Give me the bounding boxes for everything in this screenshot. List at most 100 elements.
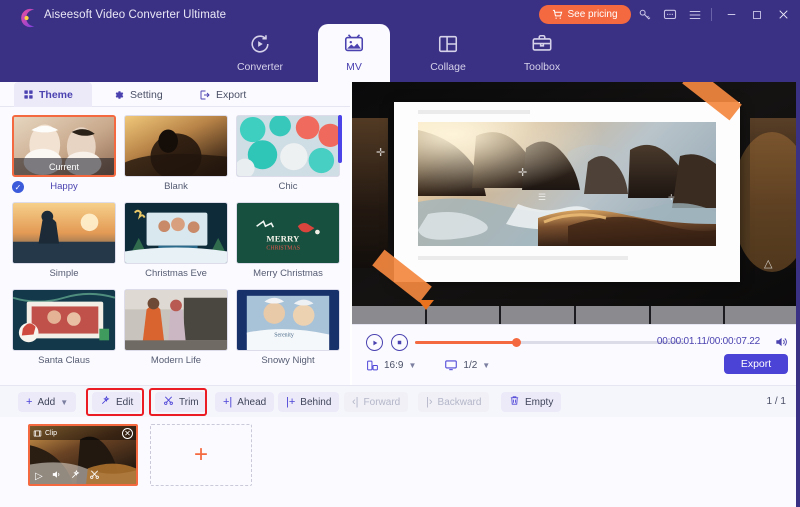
forward-button[interactable]: ‹| Forward <box>344 392 408 412</box>
tab-export[interactable]: Export <box>190 82 260 107</box>
seek-handle[interactable] <box>512 338 521 347</box>
backward-button[interactable]: |› Backward <box>418 392 489 412</box>
maximize-button[interactable] <box>748 6 766 23</box>
forward-button-label: Forward <box>364 397 401 408</box>
insert-behind-icon: |+ <box>286 396 295 408</box>
theme-panel: Theme Setting Export <box>0 82 350 385</box>
storyboard-clip[interactable]: Clip ✕ ▷ <box>28 424 138 486</box>
theme-item-simple[interactable]: Simple <box>12 202 116 279</box>
theme-thumbnail <box>124 202 228 264</box>
tab-export-label: Export <box>216 89 246 101</box>
theme-item-label: Christmas Eve <box>124 268 228 279</box>
close-button[interactable] <box>774 6 792 23</box>
key-icon[interactable] <box>636 6 654 23</box>
export-button-label: Export <box>741 358 771 370</box>
panel-tabs: Theme Setting Export <box>0 82 350 107</box>
theme-item-santa-claus[interactable]: Santa Claus <box>12 289 116 366</box>
crosshair-marker-center: ✛ <box>518 166 527 179</box>
svg-text:☰: ☰ <box>538 192 546 202</box>
preview-frame: ☰ ✛ <box>394 102 740 282</box>
feedback-icon[interactable] <box>661 6 679 23</box>
clip-volume-icon[interactable] <box>51 469 62 483</box>
theme-item-label: Blank <box>124 181 228 192</box>
clip-play-icon[interactable]: ▷ <box>35 471 43 482</box>
menu-icon[interactable] <box>686 6 704 23</box>
add-clip-slot[interactable]: + <box>150 424 252 486</box>
video-preview[interactable]: ☰ ✛ ✛ ✛ △ <box>352 82 800 306</box>
theme-item-label: Simple <box>12 268 116 279</box>
theme-item-christmas-eve[interactable]: Christmas Eve <box>124 202 228 279</box>
chevron-down-icon[interactable]: ▼ <box>482 361 490 370</box>
theme-item-merry-christmas[interactable]: MERRY CHRISTMAS Merry Christmas <box>236 202 340 279</box>
aspect-ratio-control[interactable]: 16:9 ▼ <box>366 359 416 372</box>
toolbar-divider <box>711 8 712 21</box>
theme-item-label: Snowy Night <box>236 355 340 366</box>
svg-text:Serenity: Serenity <box>274 332 294 338</box>
clip-scissors-icon[interactable] <box>89 469 100 483</box>
theme-thumbnail <box>124 289 228 351</box>
app-window: Aiseesoft Video Converter Ultimate See p… <box>0 0 800 507</box>
tab-theme[interactable]: Theme <box>14 82 92 107</box>
empty-button[interactable]: Empty <box>501 392 561 412</box>
theme-item-chic[interactable]: Chic <box>236 115 340 192</box>
svg-text:MERRY: MERRY <box>266 234 300 244</box>
clip-remove-button[interactable]: ✕ <box>122 428 133 439</box>
clip-toolbar: + Add ▼ Edit Trim +| Ahead <box>0 385 800 417</box>
add-button[interactable]: + Add ▼ <box>18 392 76 412</box>
aspect-ratio-value: 16:9 <box>384 360 403 371</box>
player-options-row: 16:9 ▼ 1/2 ▼ <box>366 358 490 372</box>
timeline-playhead[interactable] <box>418 300 434 310</box>
seek-progress <box>415 341 518 344</box>
empty-button-label: Empty <box>525 397 553 408</box>
filmstrip-cell <box>725 306 800 324</box>
nav-tab-converter[interactable]: Converter <box>224 24 296 82</box>
theme-thumbnail <box>12 202 116 264</box>
ahead-button[interactable]: +| Ahead <box>215 392 274 412</box>
speaker-icon[interactable] <box>774 335 788 352</box>
chevron-down-icon[interactable]: ▼ <box>408 361 416 370</box>
nav-tab-collage[interactable]: Collage <box>412 24 484 82</box>
minimize-button[interactable] <box>722 6 740 23</box>
filmstrip-cell <box>501 306 576 324</box>
nav-tab-mv-label: MV <box>346 61 362 73</box>
theme-thumbnail: Serenity <box>236 289 340 351</box>
grid-icon <box>23 89 34 100</box>
theme-item-blank[interactable]: Blank <box>124 115 228 192</box>
plus-icon: + <box>26 396 32 408</box>
see-pricing-button[interactable]: See pricing <box>539 5 631 24</box>
behind-button[interactable]: |+ Behind <box>278 392 339 412</box>
nav-tab-mv[interactable]: MV <box>318 24 390 82</box>
clip-actions: ▷ <box>30 468 136 484</box>
page-title: Aiseesoft Video Converter Ultimate <box>44 9 226 21</box>
gear-icon <box>113 89 125 101</box>
insert-ahead-icon: +| <box>223 396 232 408</box>
theme-list-scrollbar[interactable] <box>338 115 342 163</box>
theme-item-snowy-night[interactable]: Serenity Snowy Night <box>236 289 340 366</box>
chevron-down-icon[interactable]: ▼ <box>60 398 68 407</box>
cart-icon <box>552 9 563 20</box>
theme-grid[interactable]: Current ✓ Happy Bla <box>0 107 350 385</box>
seek-slider[interactable] <box>415 341 685 344</box>
theme-item-modern-life[interactable]: Modern Life <box>124 289 228 366</box>
clip-title: Clip <box>45 430 57 437</box>
stop-button[interactable] <box>391 334 408 351</box>
triangle-marker: △ <box>764 257 772 270</box>
theme-item-happy[interactable]: Current ✓ Happy <box>12 115 116 192</box>
film-icon <box>33 429 42 438</box>
move-forward-icon: ‹| <box>352 396 359 408</box>
storyboard: Clip ✕ ▷ <box>0 417 800 507</box>
main-nav: Converter MV <box>0 24 800 82</box>
nav-tab-converter-label: Converter <box>237 61 283 73</box>
nav-tab-toolbox[interactable]: Toolbox <box>506 24 578 82</box>
play-button[interactable] <box>366 334 383 351</box>
export-button[interactable]: Export <box>724 354 788 374</box>
nav-tab-toolbox-label: Toolbox <box>524 61 560 73</box>
filmstrip-cell <box>427 306 502 324</box>
tab-setting[interactable]: Setting <box>104 82 178 107</box>
clip-magic-wand-icon[interactable] <box>70 469 81 483</box>
zoom-control[interactable]: 1/2 ▼ <box>444 358 490 372</box>
screen-icon <box>444 358 458 372</box>
svg-text:✛: ✛ <box>668 193 675 202</box>
filmstrip-cell <box>576 306 651 324</box>
theme-thumbnail: Current <box>12 115 116 177</box>
